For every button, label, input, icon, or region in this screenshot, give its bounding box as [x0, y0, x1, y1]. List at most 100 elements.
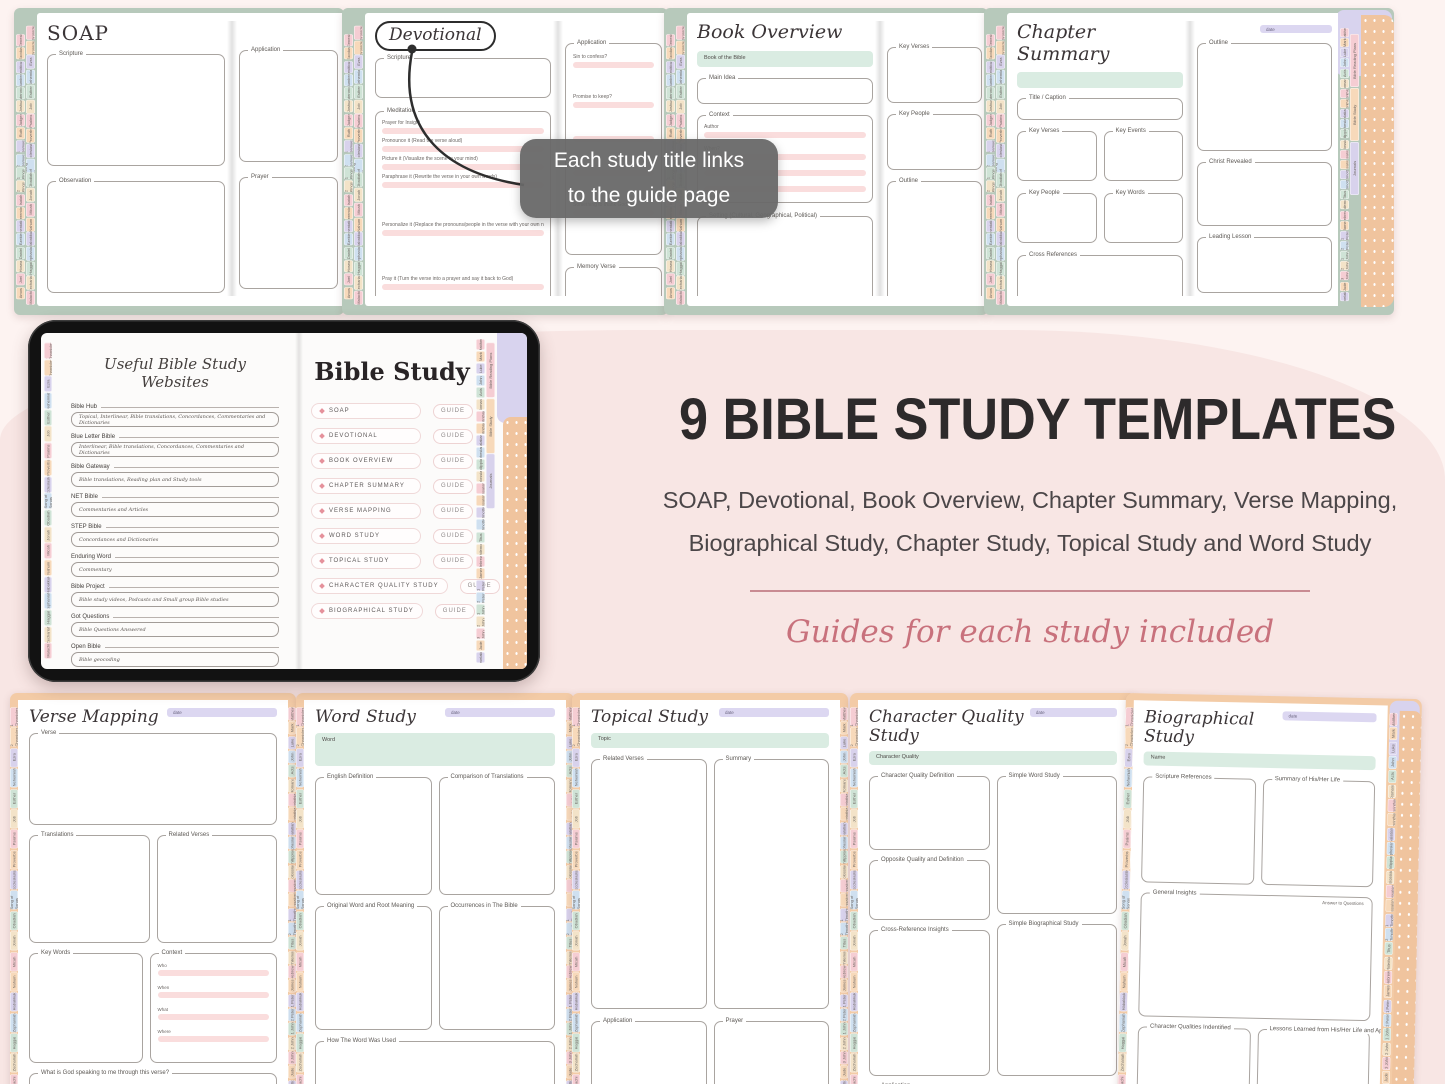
book-tab[interactable]: Zephaniah	[996, 247, 1005, 261]
book-tab[interactable]: Obadiah	[850, 911, 858, 930]
book-tab[interactable]: 2 Timothy	[288, 922, 296, 935]
book-tab[interactable]: Judges	[986, 114, 995, 126]
main-idea-box[interactable]: Main Idea	[697, 78, 873, 104]
book-tab[interactable]: Nahum	[44, 560, 52, 576]
book-tab[interactable]: Ecclesiastes	[10, 870, 18, 889]
study-link[interactable]: DEVOTIONAL	[311, 428, 421, 444]
book-tab[interactable]: Nehemiah	[296, 768, 304, 787]
book-tab[interactable]: Joshua	[666, 100, 675, 112]
book-tab[interactable]: Galatians	[288, 822, 296, 835]
key-events-box[interactable]: Key Events	[1104, 131, 1184, 181]
outline-box[interactable]: Outline	[887, 181, 982, 296]
book-tab[interactable]: Hebrews	[476, 556, 485, 567]
book-tab[interactable]: Lamentations	[666, 220, 675, 232]
book-tab[interactable]: 1 Corinthians	[476, 411, 485, 422]
writing-line[interactable]	[382, 230, 544, 236]
book-tab[interactable]: Habakkuk	[850, 992, 858, 1011]
book-tab[interactable]: 2 John	[288, 1037, 296, 1050]
book-tab[interactable]: 3 John	[1382, 1056, 1390, 1069]
book-tab[interactable]: 3 John	[840, 1051, 848, 1064]
book-tab[interactable]: Psalms	[44, 443, 52, 459]
book-tab[interactable]: Habakkuk	[676, 232, 685, 246]
book-tab[interactable]: Song of Songs	[44, 493, 52, 509]
summary-box[interactable]: Summary	[714, 759, 830, 1009]
book-tab[interactable]: Haggai	[354, 262, 363, 276]
book-tab[interactable]: Ezekiel	[344, 233, 353, 245]
book-tab[interactable]: 1 Thessalonians	[1386, 884, 1394, 897]
book-tab[interactable]: Nehemiah	[850, 768, 858, 787]
book-tab[interactable]: Luke	[1389, 741, 1397, 754]
book-tab[interactable]: 2 Timothy	[1340, 180, 1349, 189]
book-tab[interactable]: Jude	[288, 1065, 296, 1078]
book-tab[interactable]: Ezra	[44, 376, 52, 392]
book-tab[interactable]: 1 Corinthians	[1388, 798, 1396, 811]
book-tab[interactable]: Zephaniah	[354, 247, 363, 261]
book-tab[interactable]: 2 Corinthians	[288, 807, 296, 820]
book-tab[interactable]: Ecclesiastes	[572, 870, 580, 889]
book-tab[interactable]: Deuteronomy	[986, 87, 995, 99]
book-tab[interactable]: 2 John	[1382, 1042, 1390, 1055]
book-tab[interactable]: 2 Timothy	[1385, 927, 1393, 940]
book-tab[interactable]: Micah	[572, 952, 580, 971]
book-tab[interactable]: 2 Chronicles	[354, 41, 363, 55]
book-tab[interactable]: Ezra	[850, 748, 858, 767]
website-entry[interactable]: Enduring Word Commentary	[71, 554, 279, 577]
book-tab[interactable]: 1 Timothy	[840, 908, 848, 921]
writing-line[interactable]	[573, 62, 654, 68]
study-link[interactable]: BOOK OVERVIEW	[311, 453, 421, 469]
book-tab[interactable]: 2 Peter	[1340, 241, 1349, 250]
related-verses-box[interactable]: Related Verses	[157, 835, 278, 943]
book-tab[interactable]: Hebrews	[1340, 211, 1349, 220]
book-tab[interactable]: Titus	[840, 936, 848, 949]
book-tab[interactable]: 1 Chronicles	[26, 26, 35, 40]
key-verses-box[interactable]: Key Verses	[1017, 131, 1097, 181]
book-tab[interactable]: 2 Peter	[476, 592, 485, 603]
simple-word-study-box[interactable]: Simple Word Study	[997, 776, 1118, 914]
book-tab[interactable]: Mark	[1389, 727, 1397, 740]
reflection-box[interactable]: What is God speaking to me through this …	[29, 1073, 277, 1084]
book-tab[interactable]: Hebrews	[288, 965, 296, 978]
book-tab[interactable]: Song of Songs	[572, 890, 580, 909]
book-tab[interactable]: Exodus	[16, 47, 25, 59]
book-of-bible-field[interactable]: Book of the Bible	[697, 51, 873, 67]
writing-line[interactable]	[158, 992, 270, 998]
book-tab[interactable]: Mark	[288, 721, 296, 734]
book-tab[interactable]: Revelation	[1340, 292, 1349, 301]
book-tab[interactable]: Joshua	[344, 100, 353, 112]
topic-field[interactable]: Topic	[591, 733, 829, 748]
book-tab[interactable]: Proverbs	[354, 129, 363, 143]
book-tab[interactable]: 2 Timothy	[840, 922, 848, 935]
writing-line[interactable]	[573, 102, 654, 108]
book-tab[interactable]: 1 Corinthians	[1340, 89, 1349, 98]
devotional-title-link[interactable]: Devotional	[375, 21, 496, 51]
book-tab[interactable]: Jude	[476, 640, 485, 651]
book-tab[interactable]: Habakkuk	[44, 577, 52, 593]
book-tab[interactable]: Acts	[476, 387, 485, 398]
book-tab[interactable]: Numbers	[666, 74, 675, 86]
book-tab[interactable]: Psalms	[10, 829, 18, 848]
book-tab[interactable]: Ephesians	[476, 447, 485, 458]
book-tab[interactable]: 2 Thessalonians	[288, 893, 296, 906]
book-tab[interactable]: Ruth	[986, 127, 995, 139]
book-tab[interactable]: Romans	[1388, 784, 1396, 797]
book-tab[interactable]: Deuteronomy	[16, 87, 25, 99]
book-tab[interactable]: Luke	[288, 736, 296, 749]
book-tab[interactable]: 2 Kings	[16, 180, 25, 192]
website-entry[interactable]: NET Bible Commentaries and Articles	[71, 494, 279, 517]
book-tab[interactable]: Hebrews	[840, 965, 848, 978]
guide-button[interactable]: GUIDE	[433, 429, 473, 444]
book-tab[interactable]: Hosea	[344, 260, 353, 272]
book-tab[interactable]: Titus	[1385, 942, 1393, 955]
application-box[interactable]: Application	[239, 50, 338, 162]
book-tab[interactable]: Proverbs	[44, 460, 52, 476]
writing-line[interactable]	[158, 1014, 270, 1020]
book-tab[interactable]: Song of Songs	[354, 159, 363, 173]
book-tab[interactable]: Genesis	[16, 34, 25, 46]
book-tab[interactable]: Judges	[666, 114, 675, 126]
book-tab[interactable]: Romans	[476, 399, 485, 410]
book-tab[interactable]: Habakkuk	[296, 992, 304, 1011]
book-tab[interactable]: Exodus	[344, 47, 353, 59]
book-tab[interactable]: Habakkuk	[572, 992, 580, 1011]
book-tab[interactable]: Ezekiel	[986, 233, 995, 245]
book-tab[interactable]: Jude	[1340, 282, 1349, 291]
